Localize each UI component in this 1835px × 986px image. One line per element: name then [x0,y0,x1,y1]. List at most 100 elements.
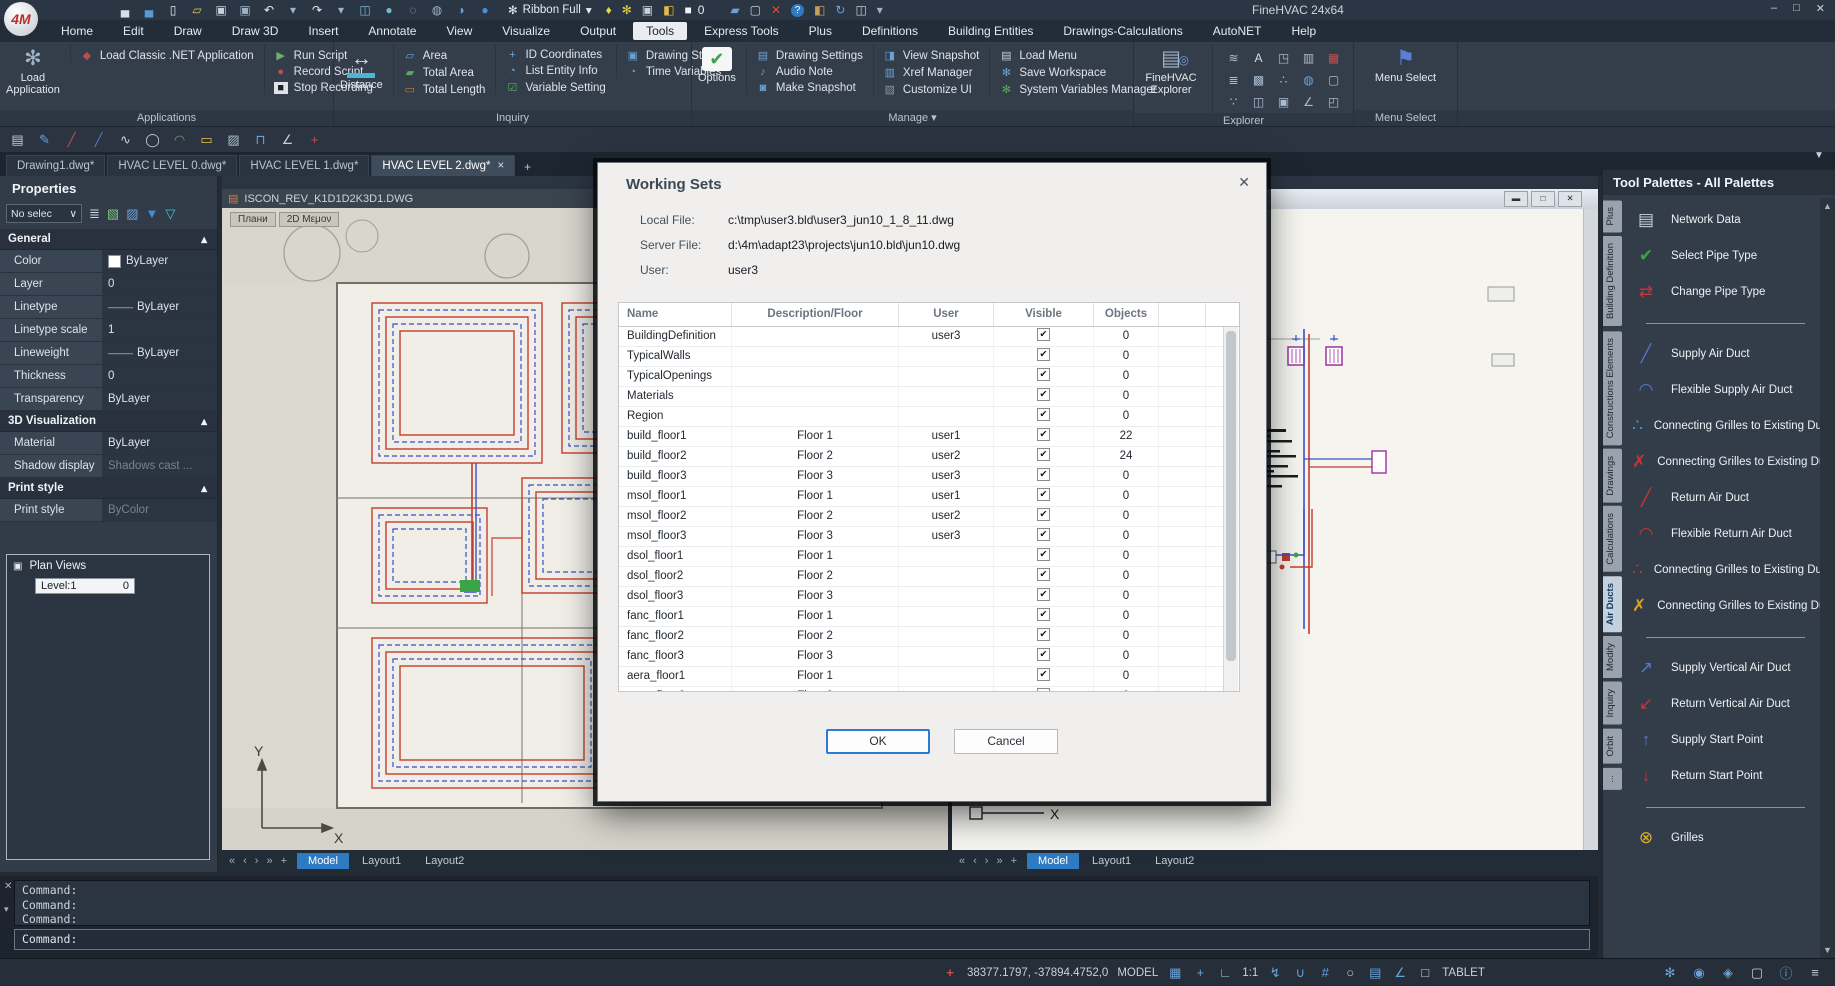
table-row[interactable]: build_floor3 Floor 3 user3 ✔ 0 [619,467,1239,487]
ribbon-tab[interactable]: Building Entities [935,22,1046,40]
explorer-grid-icon[interactable]: ▣ [1271,91,1296,113]
scrollbar-thumb[interactable] [1226,331,1236,661]
sun-icon[interactable]: ✻ [622,3,632,17]
sheet-set-icon[interactable]: ▰ [730,3,739,17]
explorer-grid-icon[interactable]: ∵ [1221,91,1246,113]
contrast-icon[interactable]: ◧ [663,3,674,17]
property-value[interactable]: ByLayer [102,342,217,364]
plot-icon[interactable]: ◫ [358,3,372,17]
sphere-render-icon[interactable]: ◑ [454,3,468,17]
visible-checkbox[interactable]: ✔ [1037,628,1050,641]
table-row[interactable]: msol_floor3 Floor 3 user3 ✔ 0 [619,527,1239,547]
table-row[interactable]: aera_floor2 Floor 2 ✔ 0 [619,687,1239,692]
table-row[interactable]: dsol_floor3 Floor 3 ✔ 0 [619,587,1239,607]
command-input[interactable]: Command: [14,929,1590,950]
explorer-grid-icon[interactable]: ∠ [1296,91,1321,113]
palette-scrollbar[interactable]: ▲ ▼ [1820,198,1835,958]
explorer-grid-icon[interactable]: ▢ [1321,69,1346,91]
column-header[interactable]: Name [619,303,732,326]
property-value[interactable]: Shadows cast ... [102,455,217,477]
table-row[interactable]: BuildingDefinition user3 ✔ 0 [619,327,1239,347]
sphere-wire-icon[interactable]: ◌ [406,3,420,17]
ribbon-button[interactable]: ◙Make Snapshot [756,82,863,94]
save-as-icon[interactable]: ▣ [238,3,252,17]
palette-tab[interactable]: Constructions Elements [1603,331,1622,445]
bld-save-icon[interactable]: ▄ [142,3,156,17]
ribbon-tab[interactable]: Output [567,22,629,40]
ribbon-button[interactable]: ♪Audio Note [756,66,863,78]
close-doc-icon[interactable]: ✕ [771,3,781,17]
ribbon-button[interactable]: ◆Load Classic .NET Application [80,49,254,62]
table-row[interactable]: aera_floor1 Floor 1 ✔ 0 [619,667,1239,687]
file-tab[interactable]: HVAC LEVEL 2.dwg*× [371,155,515,176]
ribbon-button[interactable]: ✻System Variables Manager [999,83,1156,96]
quick-select-icon[interactable]: ≣ [89,206,100,222]
panel-label[interactable]: Applications [0,110,333,126]
table-scrollbar[interactable] [1223,327,1238,691]
undo-dropdown-icon[interactable]: ▾ [286,3,300,17]
layout-tab[interactable]: Layout2 [414,853,475,869]
refresh-icon[interactable]: ↻ [835,3,845,17]
explorer-grid-icon[interactable]: ◳ [1271,47,1296,69]
annotation-visibility-icon[interactable]: ▦ [1167,965,1183,981]
palette-tool[interactable]: ▤ Network Data [1626,202,1819,238]
child-close-button[interactable]: ✕ [1558,191,1582,207]
qat-dropdown-icon[interactable]: ▾ [877,3,883,17]
bld-new-icon[interactable]: ▄ [118,3,132,17]
graphics-performance-icon[interactable]: ▤ [1367,965,1383,981]
ribbon-tab[interactable]: Plus [796,22,845,40]
distance-button[interactable]: ↔ Distance [340,45,383,91]
monitor-icon[interactable]: ▢ [750,3,761,17]
palette-tool[interactable]: ◠ Flexible Return Air Duct [1626,516,1819,552]
table-row[interactable]: msol_floor1 Floor 1 user1 ✔ 0 [619,487,1239,507]
palette-tab[interactable]: Modify [1603,636,1622,678]
explorer-grid-icon[interactable]: ≋ [1221,47,1246,69]
redo-dropdown-icon[interactable]: ▾ [334,3,348,17]
explorer-grid-icon[interactable]: A [1246,47,1271,69]
sphere-shaded-icon[interactable]: ◍ [430,3,444,17]
coordinates-readout[interactable]: 38377.1797, -37894.4752,0 [967,967,1108,979]
save-icon[interactable]: ▣ [214,3,228,17]
property-value[interactable]: ByColor [102,499,217,521]
visible-checkbox[interactable]: ✔ [1037,548,1050,561]
palette-tool[interactable] [1626,310,1819,336]
palette-tool[interactable]: ╱ Supply Air Duct [1626,336,1819,372]
layout-nav-icon[interactable]: › [253,855,261,867]
chevron-down-icon[interactable]: ▼ [1814,150,1824,161]
pencil-tool-icon[interactable]: ✎ [37,132,52,148]
help-icon[interactable]: ? [791,4,804,17]
palette-tab[interactable]: Drawings [1603,449,1622,503]
layout-tab[interactable]: Model [1027,853,1079,869]
table-row[interactable]: dsol_floor1 Floor 1 ✔ 0 [619,547,1239,567]
palette-tab[interactable]: Inquiry [1603,682,1622,725]
canvas-view-button[interactable]: 2D Μεμον [279,212,340,227]
visible-checkbox[interactable]: ✔ [1037,668,1050,681]
table-row[interactable]: Region ✔ 0 [619,407,1239,427]
pickadd-toggle-icon[interactable]: ▨ [126,206,138,222]
table-row[interactable]: dsol_floor2 Floor 2 ✔ 0 [619,567,1239,587]
palette-tool[interactable]: ⊗ Grilles [1626,820,1819,856]
annotation-scale-value[interactable]: 1:1 [1242,967,1258,979]
circle-tool-icon[interactable]: ◯ [145,132,160,148]
ribbon-button[interactable]: ▭Total Length [403,83,486,96]
palette-tab[interactable]: Plus [1603,200,1622,232]
plan-views-level-item[interactable]: Level:1 0 [35,578,135,594]
palette-tool[interactable]: ✗ Connecting Grilles to Existing Duct ..… [1626,444,1819,480]
chevron-down-icon[interactable]: ▾ [4,904,9,915]
render-sphere-icon[interactable]: ● [382,3,396,17]
ribbon-button[interactable]: ◔List Entity Info [505,65,605,77]
visible-checkbox[interactable]: ✔ [1037,568,1050,581]
explorer-grid-icon[interactable]: ◍ [1296,69,1321,91]
autoscale-icon[interactable]: + [1192,965,1208,981]
column-header[interactable]: Visible [994,303,1094,326]
canvas-view-button[interactable]: Плани [230,212,276,227]
layout-nav-icon[interactable]: + [1009,855,1019,867]
angle-tool-icon[interactable]: ∠ [280,132,295,148]
explorer-grid-icon[interactable]: ≣ [1221,69,1246,91]
scroll-up-icon[interactable]: ▲ [1823,201,1832,211]
ribbon-button[interactable]: ▥Xref Manager [883,66,980,79]
palette-tool[interactable]: ↓ Return Start Point [1626,758,1819,794]
section-header[interactable]: 3D Visualization ▴ [0,411,217,432]
property-value[interactable]: 0 [102,365,217,387]
ribbon-tab[interactable]: Edit [110,22,157,40]
